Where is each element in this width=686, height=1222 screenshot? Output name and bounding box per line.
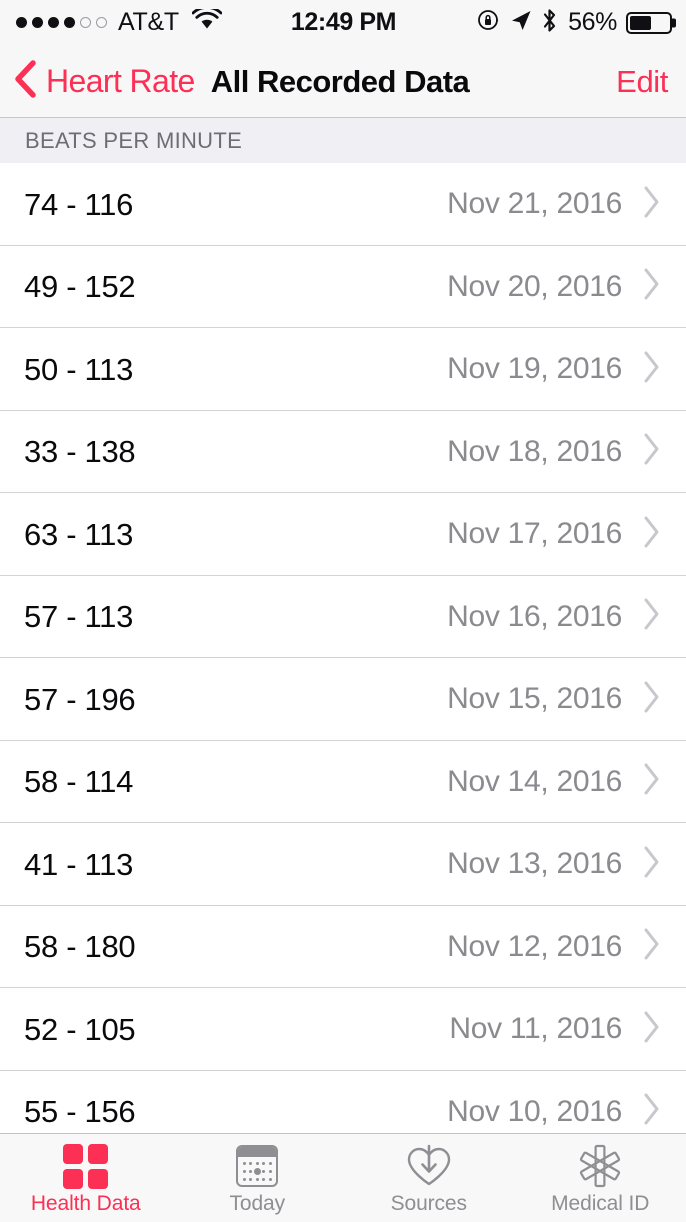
edit-button[interactable]: Edit xyxy=(616,66,668,97)
table-row[interactable]: 63 - 113 Nov 17, 2016 xyxy=(0,493,686,576)
table-row[interactable]: 57 - 196 Nov 15, 2016 xyxy=(0,658,686,741)
table-row[interactable]: 55 - 156 Nov 10, 2016 xyxy=(0,1071,686,1134)
calendar-icon xyxy=(236,1143,278,1189)
status-bar: AT&T 12:49 PM xyxy=(0,0,686,45)
row-date: Nov 16, 2016 xyxy=(447,602,622,632)
chevron-right-icon xyxy=(642,432,662,471)
row-bpm-range: 63 - 113 xyxy=(24,519,133,550)
chevron-right-icon xyxy=(642,515,662,554)
row-bpm-range: 33 - 138 xyxy=(24,436,135,467)
rotation-lock-icon xyxy=(477,8,501,37)
row-bpm-range: 58 - 114 xyxy=(24,766,133,797)
row-date: Nov 20, 2016 xyxy=(447,272,622,302)
row-date: Nov 13, 2016 xyxy=(447,849,622,879)
row-bpm-range: 52 - 105 xyxy=(24,1014,135,1045)
tab-health-data-label: Health Data xyxy=(31,1193,141,1214)
tab-bar: Health Data Today xyxy=(0,1133,686,1222)
row-bpm-range: 50 - 113 xyxy=(24,354,133,385)
chevron-right-icon xyxy=(642,762,662,801)
table-row[interactable]: 57 - 113 Nov 16, 2016 xyxy=(0,576,686,659)
signal-dot-empty xyxy=(96,17,107,28)
table-row[interactable]: 52 - 105 Nov 11, 2016 xyxy=(0,988,686,1071)
section-header-label: BEATS PER MINUTE xyxy=(25,130,242,152)
chevron-left-icon xyxy=(12,59,38,104)
signal-dot-filled xyxy=(16,17,27,28)
tab-medical-id[interactable]: Medical ID xyxy=(515,1134,686,1222)
cellular-signal-dots xyxy=(16,17,107,28)
page-title: All Recorded Data xyxy=(211,66,470,97)
row-bpm-range: 57 - 113 xyxy=(24,601,133,632)
row-date: Nov 11, 2016 xyxy=(449,1014,622,1044)
row-date: Nov 10, 2016 xyxy=(447,1097,622,1127)
table-row[interactable]: 50 - 113 Nov 19, 2016 xyxy=(0,328,686,411)
table-row[interactable]: 74 - 116 Nov 21, 2016 xyxy=(0,163,686,246)
app-screen: AT&T 12:49 PM xyxy=(0,0,686,1222)
row-date: Nov 14, 2016 xyxy=(447,767,622,797)
chevron-right-icon xyxy=(642,267,662,306)
navigation-bar: Heart Rate All Recorded Data Edit xyxy=(0,45,686,117)
table-row[interactable]: 58 - 114 Nov 14, 2016 xyxy=(0,741,686,824)
location-arrow-icon xyxy=(510,9,532,37)
row-date: Nov 21, 2016 xyxy=(447,189,622,219)
heart-download-icon xyxy=(405,1143,453,1189)
row-bpm-range: 57 - 196 xyxy=(24,684,135,715)
wifi-icon xyxy=(192,9,222,36)
row-bpm-range: 58 - 180 xyxy=(24,931,135,962)
row-bpm-range: 49 - 152 xyxy=(24,271,135,302)
row-date: Nov 12, 2016 xyxy=(447,932,622,962)
tab-today-label: Today xyxy=(229,1193,285,1214)
row-bpm-range: 41 - 113 xyxy=(24,849,133,880)
row-date: Nov 15, 2016 xyxy=(447,684,622,714)
chevron-right-icon xyxy=(642,597,662,636)
battery-icon xyxy=(626,12,672,34)
row-date: Nov 18, 2016 xyxy=(447,437,622,467)
chevron-right-icon xyxy=(642,1092,662,1131)
table-row[interactable]: 58 - 180 Nov 12, 2016 xyxy=(0,906,686,989)
chevron-right-icon xyxy=(642,680,662,719)
chevron-right-icon xyxy=(642,350,662,389)
back-button[interactable]: Heart Rate xyxy=(12,59,195,104)
back-button-label: Heart Rate xyxy=(46,65,195,97)
bluetooth-icon xyxy=(541,8,558,38)
signal-dot-filled xyxy=(32,17,43,28)
medical-asterisk-icon xyxy=(577,1143,623,1189)
recorded-data-table[interactable]: 74 - 116 Nov 21, 2016 49 - 152 Nov 20, 2016… xyxy=(0,163,686,1133)
health-data-grid-icon xyxy=(63,1143,108,1189)
chevron-right-icon xyxy=(642,927,662,966)
row-bpm-range: 74 - 116 xyxy=(24,189,133,220)
status-bar-center: 12:49 PM xyxy=(222,10,477,35)
signal-dot-filled xyxy=(48,17,59,28)
signal-dot-empty xyxy=(80,17,91,28)
status-bar-right: 56% xyxy=(477,8,672,38)
section-header: BEATS PER MINUTE xyxy=(0,117,686,163)
row-bpm-range: 55 - 156 xyxy=(24,1096,135,1127)
tab-health-data[interactable]: Health Data xyxy=(0,1134,172,1222)
table-row[interactable]: 33 - 138 Nov 18, 2016 xyxy=(0,411,686,494)
signal-dot-filled xyxy=(64,17,75,28)
row-date: Nov 17, 2016 xyxy=(447,519,622,549)
status-bar-clock: 12:49 PM xyxy=(291,10,396,35)
tab-sources[interactable]: Sources xyxy=(343,1134,515,1222)
chevron-right-icon xyxy=(642,1010,662,1049)
tab-today[interactable]: Today xyxy=(172,1134,344,1222)
table-row[interactable]: 41 - 113 Nov 13, 2016 xyxy=(0,823,686,906)
table-row[interactable]: 49 - 152 Nov 20, 2016 xyxy=(0,246,686,329)
chevron-right-icon xyxy=(642,845,662,884)
status-bar-left: AT&T xyxy=(16,9,222,36)
battery-percentage-label: 56% xyxy=(568,10,617,35)
chevron-right-icon xyxy=(642,185,662,224)
tab-medical-id-label: Medical ID xyxy=(551,1193,649,1214)
row-date: Nov 19, 2016 xyxy=(447,354,622,384)
tab-sources-label: Sources xyxy=(391,1193,467,1214)
carrier-label: AT&T xyxy=(118,10,179,35)
